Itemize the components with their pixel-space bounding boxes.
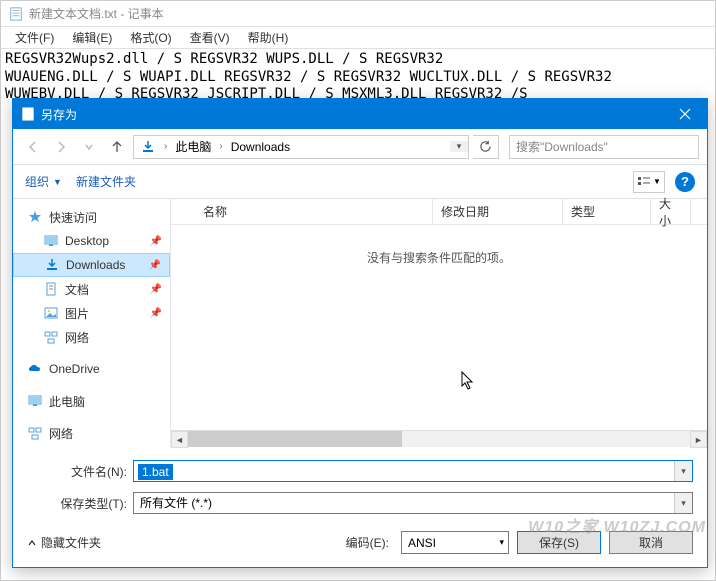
- breadcrumb-chevron-icon[interactable]: ›: [217, 141, 224, 152]
- tree-network-sub[interactable]: 网络: [13, 325, 170, 349]
- new-folder-button[interactable]: 新建文件夹: [76, 173, 136, 190]
- dialog-titlebar: 另存为: [13, 99, 707, 129]
- filename-dropdown[interactable]: ▾: [674, 461, 692, 481]
- tree-quick-access[interactable]: 快速访问: [13, 205, 170, 229]
- arrow-up-icon: [110, 140, 124, 154]
- filetype-select-wrap: 所有文件 (*.*) ▾: [133, 492, 693, 514]
- dialog-body: 快速访问 Desktop 📌 Downloads 📌 文档 📌 图片 📌: [13, 199, 707, 447]
- nav-back-button[interactable]: [21, 135, 45, 159]
- close-icon: [679, 108, 691, 120]
- column-size[interactable]: 大小: [651, 199, 691, 224]
- menu-help[interactable]: 帮助(H): [240, 27, 297, 48]
- star-icon: [27, 209, 43, 225]
- network-icon: [43, 329, 59, 345]
- tree-this-pc[interactable]: 此电脑: [13, 389, 170, 413]
- filename-input-wrap: 1.bat ▾: [133, 460, 693, 482]
- hide-folders-toggle[interactable]: 隐藏文件夹: [27, 534, 101, 551]
- pin-icon: 📌: [150, 284, 162, 295]
- desktop-icon: [43, 233, 59, 249]
- filename-input[interactable]: 1.bat: [138, 464, 173, 480]
- breadcrumb-folder[interactable]: Downloads: [225, 136, 296, 158]
- pin-icon: 📌: [149, 260, 161, 271]
- menu-format[interactable]: 格式(O): [122, 27, 179, 48]
- tree-onedrive[interactable]: OneDrive: [13, 357, 170, 381]
- menu-edit[interactable]: 编辑(E): [64, 27, 120, 48]
- notepad-title: 新建文本文档.txt - 记事本: [29, 5, 164, 22]
- search-placeholder: 搜索"Downloads": [516, 138, 608, 155]
- save-as-dialog: 另存为 › 此电脑 › Downloads ▾: [12, 98, 708, 568]
- organize-button[interactable]: 组织 ▼: [25, 173, 62, 190]
- pictures-icon: [43, 305, 59, 321]
- dialog-title: 另存为: [41, 106, 77, 123]
- dialog-form: 文件名(N): 1.bat ▾ 保存类型(T): 所有文件 (*.*) ▾: [13, 447, 707, 517]
- breadcrumb-chevron-icon[interactable]: ›: [162, 141, 169, 152]
- breadcrumb-dropdown[interactable]: ▾: [450, 141, 468, 152]
- nav-forward-button[interactable]: [49, 135, 73, 159]
- pin-icon: 📌: [150, 308, 162, 319]
- filetype-label: 保存类型(T):: [27, 495, 133, 512]
- tree-downloads[interactable]: Downloads 📌: [13, 253, 170, 277]
- watermark: W10之家 W10ZJ.COM: [528, 513, 706, 537]
- close-button[interactable]: [663, 99, 707, 129]
- view-options-button[interactable]: ▼: [633, 171, 665, 193]
- refresh-button[interactable]: [473, 135, 499, 159]
- document-icon: [43, 281, 59, 297]
- view-icon: [637, 176, 651, 188]
- network-icon: [27, 425, 43, 441]
- arrow-right-icon: [54, 140, 68, 154]
- encoding-select[interactable]: ANSI ▾: [401, 531, 509, 554]
- scroll-right-button[interactable]: ►: [690, 431, 707, 448]
- notepad-menubar: 文件(F) 编辑(E) 格式(O) 查看(V) 帮助(H): [1, 27, 715, 49]
- filetype-dropdown[interactable]: ▾: [674, 493, 692, 513]
- file-list-panel: 名称 修改日期 类型 大小 没有与搜索条件匹配的项。 ◄ ►: [171, 199, 707, 447]
- tree-pictures[interactable]: 图片 📌: [13, 301, 170, 325]
- filename-label: 文件名(N):: [27, 463, 133, 480]
- scroll-left-button[interactable]: ◄: [171, 431, 188, 448]
- search-input[interactable]: 搜索"Downloads": [509, 135, 699, 159]
- nav-recent-button[interactable]: [77, 135, 101, 159]
- file-list-header: 名称 修改日期 类型 大小: [171, 199, 707, 225]
- filetype-select[interactable]: 所有文件 (*.*): [134, 493, 674, 513]
- encoding-label: 编码(E):: [346, 534, 389, 551]
- cursor-icon: [461, 371, 477, 396]
- chevron-up-icon: [27, 538, 37, 548]
- breadcrumb-bar[interactable]: › 此电脑 › Downloads ▾: [133, 135, 469, 159]
- arrow-left-icon: [26, 140, 40, 154]
- computer-icon: [27, 393, 43, 409]
- tree-desktop[interactable]: Desktop 📌: [13, 229, 170, 253]
- horizontal-scrollbar[interactable]: ◄ ►: [171, 430, 707, 447]
- help-button[interactable]: ?: [675, 172, 695, 192]
- dialog-toolbar: 组织 ▼ 新建文件夹 ▼ ?: [13, 165, 707, 199]
- notepad-titlebar: 新建文本文档.txt - 记事本: [1, 1, 715, 27]
- menu-file[interactable]: 文件(F): [7, 27, 62, 48]
- column-date[interactable]: 修改日期: [433, 199, 563, 224]
- tree-documents[interactable]: 文档 📌: [13, 277, 170, 301]
- onedrive-icon: [27, 361, 43, 377]
- downloads-icon: [44, 257, 60, 273]
- column-name[interactable]: 名称: [195, 199, 433, 224]
- refresh-icon: [479, 140, 492, 153]
- empty-message: 没有与搜索条件匹配的项。: [171, 225, 707, 266]
- notepad-icon: [9, 7, 23, 21]
- tree-network[interactable]: 网络: [13, 421, 170, 445]
- navigation-tree: 快速访问 Desktop 📌 Downloads 📌 文档 📌 图片 📌: [13, 199, 171, 447]
- breadcrumb-root[interactable]: 此电脑: [169, 136, 217, 158]
- scrollbar-thumb[interactable]: [188, 431, 402, 447]
- dialog-icon: [21, 107, 35, 121]
- pin-icon: 📌: [150, 236, 162, 247]
- dialog-navbar: › 此电脑 › Downloads ▾ 搜索"Downloads": [13, 129, 707, 165]
- downloads-folder-icon: [140, 139, 156, 155]
- chevron-down-icon: [84, 142, 94, 152]
- nav-up-button[interactable]: [105, 135, 129, 159]
- menu-view[interactable]: 查看(V): [182, 27, 238, 48]
- column-type[interactable]: 类型: [563, 199, 651, 224]
